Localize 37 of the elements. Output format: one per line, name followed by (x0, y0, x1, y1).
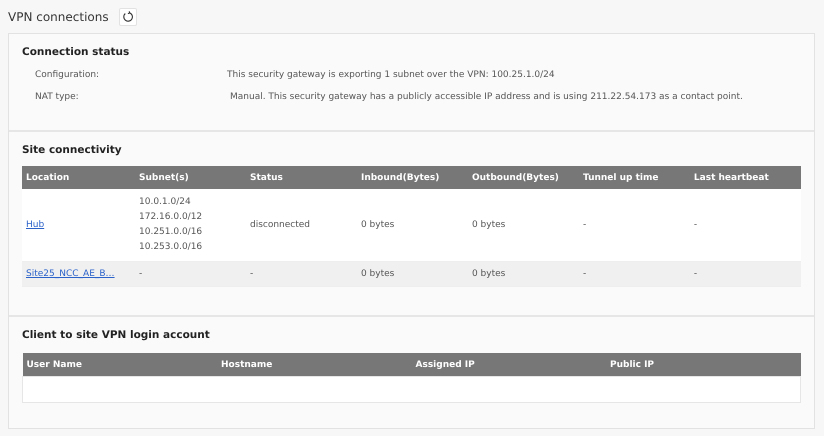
refresh-button[interactable] (118, 8, 137, 26)
column-header: Outbound(Bytes) (472, 172, 559, 182)
table-cell: 0 bytes (472, 220, 506, 230)
column-header: Assigned IP (416, 360, 475, 370)
field-label: Configuration: (35, 70, 100, 80)
page-title: VPN connections (8, 10, 109, 24)
table-cell: - (694, 220, 698, 230)
field-value: This security gateway is exporting 1 subnet over the VPN: 100.25.1.0/24 (227, 70, 555, 80)
table-cell: - (582, 269, 586, 279)
column-header: Tunnel up time (582, 172, 658, 182)
table-cell: 0 bytes (360, 269, 394, 279)
field-value: Manual. This security gateway has a publicly accessible IP address and is using 211.22.54.173 as a contact point. (229, 92, 743, 102)
column-header: Location (26, 172, 70, 182)
column-header: Status (250, 172, 283, 182)
refresh-icon (122, 10, 134, 22)
table-cell-text: 10.251.0.0/16 (139, 226, 204, 239)
table-cell: - (250, 269, 254, 279)
table-cell: 0 bytes (472, 269, 506, 279)
column-header: Hostname (221, 360, 272, 370)
field-label: NAT type: (35, 92, 80, 102)
table-cell-text: - (139, 268, 144, 280)
table-cell: 0 bytes (360, 220, 394, 230)
table-cell-text: 10.253.0.0/16 (139, 241, 204, 254)
column-header: User Name (26, 360, 82, 370)
location-link[interactable]: Hub (26, 220, 44, 230)
section-title: Site connectivity (22, 144, 123, 156)
section-title: Client to site VPN login account (22, 329, 211, 341)
table-cell: - (582, 220, 586, 230)
column-header: Inbound(Bytes) (360, 172, 440, 182)
section-title: Connection status (22, 46, 130, 58)
table-cell-text: 172.16.0.0/12 (139, 211, 204, 224)
column-header: Subnet(s) (139, 172, 189, 182)
table-cell: disconnected (250, 220, 310, 230)
column-header: Public IP (610, 360, 654, 370)
column-header: Last heartbeat (694, 172, 769, 182)
table-cell: - (694, 269, 698, 279)
table-cell-text: 10.0.1.0/24 (139, 196, 192, 209)
